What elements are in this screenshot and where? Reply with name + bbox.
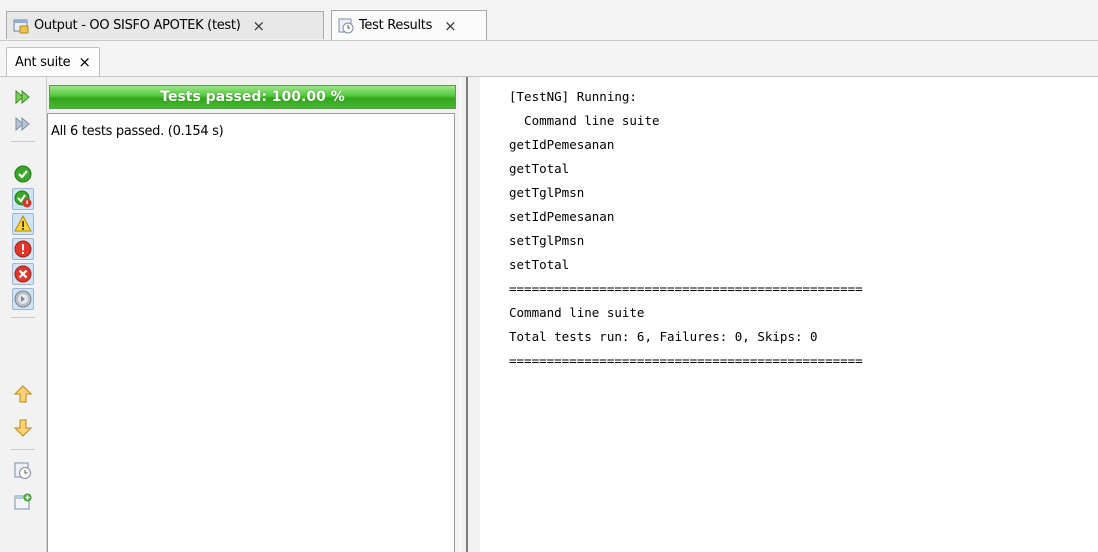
output-line: setTotal xyxy=(509,257,570,272)
tab-output[interactable]: Output - OO SISFO APOTEK (test) × xyxy=(6,11,324,39)
progress-bar: Tests passed: 100.00 % xyxy=(49,85,456,109)
output-line: setIdPemesanan xyxy=(509,209,615,224)
show-warnings-icon[interactable] xyxy=(12,213,34,235)
toolbar-separator xyxy=(11,141,35,142)
show-passed-icon[interactable] xyxy=(12,163,34,185)
output-line: getIdPemesanan xyxy=(509,137,615,152)
suite-tab-bar: Ant suite × xyxy=(0,41,1098,77)
previous-failure-icon[interactable] xyxy=(12,383,34,405)
output-line: Total tests run: 6, Failures: 0, Skips: … xyxy=(509,329,818,344)
close-icon[interactable]: × xyxy=(252,17,265,35)
tab-ant-suite[interactable]: Ant suite × xyxy=(6,47,100,76)
output-separator: ========================================… xyxy=(509,281,863,296)
test-history-icon[interactable] xyxy=(12,460,34,482)
splitter-gutter xyxy=(468,77,480,552)
output-line: setTglPmsn xyxy=(509,233,585,248)
output-line: Command line suite xyxy=(509,113,660,128)
rerun-icon[interactable] xyxy=(12,86,34,108)
tab-label: Test Results xyxy=(359,18,433,33)
output-icon xyxy=(13,18,29,34)
test-results-panel: Tests passed: 100.00 % All 6 tests passe… xyxy=(47,77,460,552)
editor-tab-strip: Output - OO SISFO APOTEK (test) × Test R… xyxy=(0,0,1098,41)
show-skipped-icon[interactable] xyxy=(12,288,34,310)
close-icon[interactable]: × xyxy=(78,53,91,71)
output-line: Command line suite xyxy=(509,305,645,320)
toolbar-separator xyxy=(11,317,35,318)
tab-test-results[interactable]: Test Results × xyxy=(331,10,487,40)
test-results-icon xyxy=(338,18,354,34)
tab-label: Output - OO SISFO APOTEK (test) xyxy=(34,18,241,33)
new-test-icon[interactable] xyxy=(12,491,34,513)
show-failed-icon[interactable] xyxy=(12,238,34,260)
output-line: [TestNG] Running: xyxy=(509,89,637,104)
results-tree[interactable]: All 6 tests passed. (0.154 s) xyxy=(47,113,455,552)
close-icon[interactable]: × xyxy=(444,17,457,35)
toolbar-separator xyxy=(11,449,35,450)
next-failure-icon[interactable] xyxy=(12,417,34,439)
test-output-area[interactable]: [TestNG] Running: Command line suite get… xyxy=(480,77,1098,552)
results-summary: All 6 tests passed. (0.154 s) xyxy=(51,124,224,139)
output-line: getTglPmsn xyxy=(509,185,585,200)
test-results-toolbar xyxy=(0,77,47,552)
show-passed-with-errors-icon[interactable] xyxy=(12,188,34,210)
rerun-failed-icon[interactable] xyxy=(12,113,34,135)
output-separator: ========================================… xyxy=(509,353,863,368)
show-errors-icon[interactable] xyxy=(12,263,34,285)
output-line: getTotal xyxy=(509,161,570,176)
tab-label: Ant suite xyxy=(15,54,71,70)
